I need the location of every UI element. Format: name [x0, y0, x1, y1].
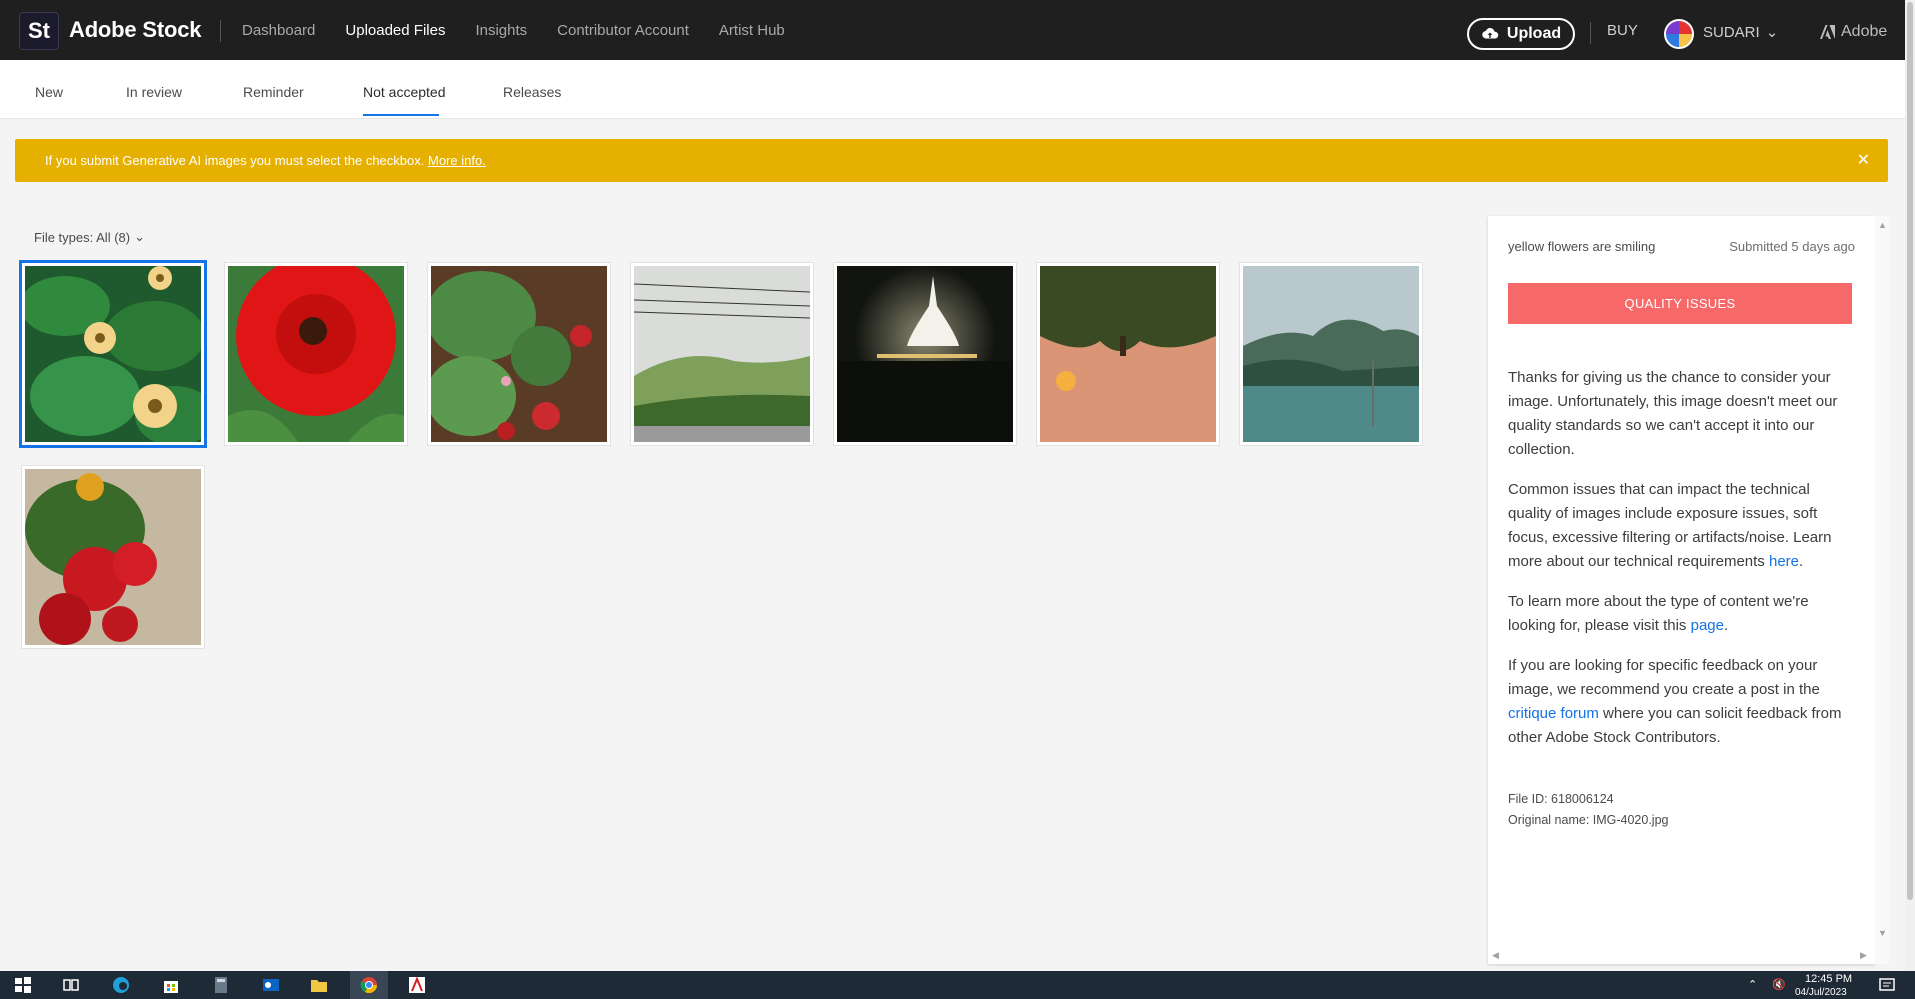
thumbnail-1[interactable]: [20, 263, 215, 446]
outlook-icon[interactable]: [262, 976, 280, 994]
tab-in-review[interactable]: In review: [126, 84, 182, 100]
status-tabs: New In review Reminder Not accepted Rele…: [0, 60, 1905, 119]
file-details-panel: yellow flowers are smiling Submitted 5 d…: [1488, 216, 1875, 964]
sunset-image: [1040, 266, 1216, 442]
divider: [1590, 22, 1591, 44]
tray-chevron-icon[interactable]: ⌃: [1748, 978, 1757, 991]
edge-browser-icon[interactable]: [112, 976, 130, 994]
file-id: File ID: 618006124: [1508, 792, 1614, 806]
user-menu[interactable]: SUDARI ⌄: [1703, 23, 1779, 42]
adobe-stock-logo[interactable]: St: [19, 12, 59, 50]
nav-artist-hub[interactable]: Artist Hub: [719, 22, 785, 39]
buy-link[interactable]: BUY: [1607, 22, 1638, 39]
red-geranium-image: [25, 469, 201, 645]
scroll-left-icon[interactable]: ◀: [1492, 950, 1499, 961]
thumbnail-4[interactable]: [631, 263, 813, 445]
nav-contributor-account[interactable]: Contributor Account: [557, 22, 689, 39]
clock-time[interactable]: 12:45 PM: [1805, 973, 1852, 985]
adobe-link[interactable]: Adobe: [1820, 23, 1887, 41]
page-scrollbar[interactable]: [1905, 0, 1915, 971]
stupa-night-image: [837, 266, 1013, 442]
avatar[interactable]: [1664, 19, 1694, 49]
windows-taskbar: ⌃ 🔇 12:45 PM 04/Jul/2023: [0, 971, 1915, 999]
scroll-down-icon[interactable]: ▼: [1878, 928, 1887, 938]
user-name: SUDARI: [1703, 23, 1760, 41]
banner-message: If you submit Generative AI images you m…: [45, 153, 486, 168]
scroll-right-icon[interactable]: ▶: [1860, 950, 1867, 961]
thumbnail-3[interactable]: [426, 263, 610, 445]
misty-hills-image: [633, 266, 811, 442]
chrome-icon[interactable]: [360, 976, 378, 994]
red-flower-image: [228, 256, 404, 442]
critique-forum-link[interactable]: critique forum: [1508, 705, 1599, 722]
calculator-icon[interactable]: [212, 976, 230, 994]
close-icon[interactable]: ✕: [1857, 150, 1870, 170]
mountain-lake-image: [1243, 266, 1419, 442]
period: .: [1799, 553, 1804, 570]
scrollbar-thumb[interactable]: [1907, 2, 1913, 900]
chevron-down-icon: ⌄: [134, 229, 145, 244]
notification-icon[interactable]: [1878, 976, 1896, 994]
content-paragraph: To learn more about the type of content …: [1508, 590, 1854, 638]
file-explorer-icon[interactable]: [310, 976, 328, 994]
nav-insights[interactable]: Insights: [475, 22, 527, 39]
adobe-label: Adobe: [1841, 23, 1888, 40]
file-title: yellow flowers are smiling: [1508, 239, 1656, 254]
thumbnail-8[interactable]: [22, 466, 204, 648]
active-tab-indicator: [363, 114, 439, 116]
more-info-link[interactable]: More info.: [428, 153, 486, 168]
store-icon[interactable]: [162, 976, 180, 994]
banner-text: If you submit Generative AI images you m…: [45, 153, 425, 168]
technical-requirements-link[interactable]: here: [1769, 553, 1799, 570]
task-view-icon[interactable]: [62, 976, 80, 994]
panel-scrollbar[interactable]: ▲ ▼: [1875, 216, 1889, 964]
volume-muted-icon[interactable]: 🔇: [1772, 978, 1786, 991]
thumbnail-5[interactable]: [834, 263, 1016, 445]
thumbnail-2[interactable]: [225, 256, 407, 445]
nav-uploaded-files[interactable]: Uploaded Files: [345, 22, 445, 39]
tab-releases[interactable]: Releases: [503, 84, 561, 100]
content-page-link[interactable]: page: [1691, 617, 1724, 634]
clock-date[interactable]: 04/Jul/2023: [1795, 987, 1847, 998]
cloud-upload-icon: [1482, 27, 1499, 39]
adobe-icon: [1820, 25, 1835, 39]
original-name: Original name: IMG-4020.jpg: [1508, 813, 1669, 827]
file-type-filter[interactable]: File types: All (8) ⌄: [34, 229, 145, 245]
nav-dashboard[interactable]: Dashboard: [242, 22, 315, 39]
notice-banner: If you submit Generative AI images you m…: [15, 139, 1888, 182]
technical-issues-paragraph: Common issues that can impact the techni…: [1508, 478, 1854, 574]
upload-label: Upload: [1506, 25, 1562, 42]
strawberry-plant-image: [426, 266, 607, 442]
feedback-text-pre: If you are looking for specific feedback…: [1508, 657, 1820, 698]
top-nav: Dashboard Uploaded Files Insights Contri…: [242, 0, 815, 60]
scroll-up-icon[interactable]: ▲: [1878, 220, 1887, 230]
quality-issues-badge: QUALITY ISSUES: [1508, 283, 1852, 324]
yellow-flowers-image: [20, 266, 215, 446]
tab-not-accepted[interactable]: Not accepted: [363, 84, 446, 100]
chevron-down-icon: ⌄: [1765, 24, 1779, 41]
thumbnail-6[interactable]: [1037, 263, 1219, 445]
top-bar: St Adobe Stock Dashboard Uploaded Files …: [0, 0, 1905, 60]
windows-start-icon[interactable]: [14, 976, 32, 994]
brand-title[interactable]: Adobe Stock: [69, 17, 201, 43]
acrobat-icon[interactable]: [408, 976, 426, 994]
tab-reminder[interactable]: Reminder: [243, 84, 304, 100]
thumbnail-7[interactable]: [1240, 263, 1422, 445]
content-text: To learn more about the type of content …: [1508, 593, 1809, 634]
divider: [220, 20, 221, 42]
upload-button[interactable]: Upload: [1467, 18, 1575, 50]
rejection-reason: Thanks for giving us the chance to consi…: [1508, 369, 1838, 458]
feedback-paragraph: If you are looking for specific feedback…: [1508, 654, 1854, 750]
period: .: [1723, 617, 1729, 634]
tab-new[interactable]: New: [35, 84, 63, 100]
submitted-time: Submitted 5 days ago: [1729, 239, 1855, 254]
filter-label: File types: All (8): [34, 229, 131, 245]
